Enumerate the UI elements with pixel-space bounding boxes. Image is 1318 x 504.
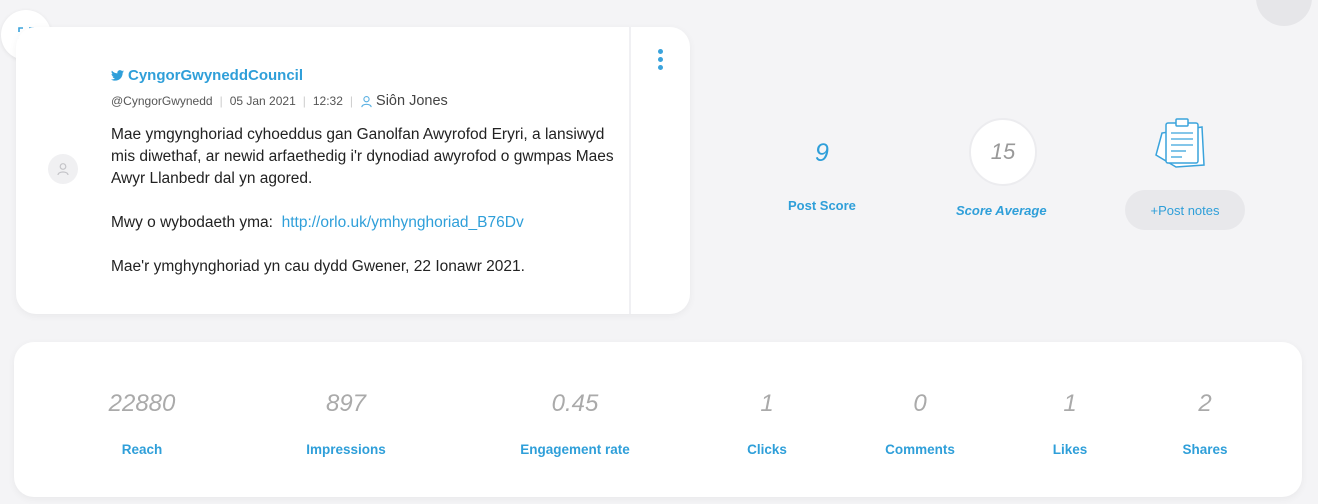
post-paragraph: Mwy o wybodaeth yma: http://orlo.uk/ymhy… xyxy=(111,212,621,234)
post-card: CyngorGwyneddCouncil @CyngorGwynedd | 05… xyxy=(16,27,690,314)
metric-label: Likes xyxy=(1052,442,1088,457)
score-average-value: 15 xyxy=(990,139,1016,164)
meta-separator: | xyxy=(302,94,306,108)
metric-value: 1 xyxy=(760,390,774,417)
metric-value: 2 xyxy=(1198,390,1212,417)
post-meta: @CyngorGwynedd | 05 Jan 2021 | 12:32 | S… xyxy=(111,93,448,109)
post-notes-button[interactable]: +Post notes xyxy=(1125,190,1245,230)
post-score-value: 9 xyxy=(815,139,829,167)
post-link-prefix: Mwy o wybodaeth yma: xyxy=(111,214,273,231)
score-average-label: Score Average xyxy=(956,203,1047,218)
metric-value: 0 xyxy=(913,390,927,417)
post-link[interactable]: http://orlo.uk/ymhynghoriad_B76Dv xyxy=(282,214,524,231)
post-paragraph: Mae ymgynghoriad cyhoeddus gan Ganolfan … xyxy=(111,126,614,187)
meta-separator: | xyxy=(219,94,223,108)
post-card-divider xyxy=(629,27,631,314)
avatar-placeholder-icon xyxy=(57,163,69,176)
post-header: CyngorGwyneddCouncil @CyngorGwynedd | 05… xyxy=(111,67,448,109)
score-average-circle: 15 xyxy=(969,118,1037,186)
account-name: CyngorGwyneddCouncil xyxy=(128,67,304,84)
post-body: Mae ymgynghoriad cyhoeddus gan Ganolfan … xyxy=(111,124,621,278)
more-vertical-icon xyxy=(657,49,663,54)
metric-label: Reach xyxy=(121,442,163,457)
user-icon xyxy=(361,95,372,107)
metric-label: Impressions xyxy=(306,442,386,457)
account-handle: @CyngorGwynedd xyxy=(111,94,213,108)
post-author: Siôn Jones xyxy=(360,93,448,109)
post-time: 12:32 xyxy=(312,94,343,108)
metric-value: 0.45 xyxy=(551,390,599,417)
metric-value: 897 xyxy=(325,390,367,417)
metrics-card: 22880 Reach 897 Impressions 0.45 Engagem… xyxy=(14,342,1302,497)
metric-value: 1 xyxy=(1063,390,1077,417)
corner-decoration xyxy=(1256,0,1312,26)
metric-label: Engagement rate xyxy=(520,442,630,457)
account-name-link[interactable]: CyngorGwyneddCouncil xyxy=(111,67,448,84)
meta-separator: | xyxy=(349,94,354,108)
metric-label: Clicks xyxy=(747,442,787,457)
metric-label: Comments xyxy=(885,442,955,457)
twitter-icon xyxy=(111,70,124,81)
post-date: 05 Jan 2021 xyxy=(229,94,296,108)
notes-icon xyxy=(1155,118,1205,168)
post-menu-button[interactable] xyxy=(654,49,666,77)
avatar xyxy=(48,154,78,184)
author-name: Siôn Jones xyxy=(376,93,448,109)
metric-value: 22880 xyxy=(108,390,176,417)
metric-label: Shares xyxy=(1182,442,1228,457)
post-score-label: Post Score xyxy=(788,198,856,213)
post-paragraph: Mae'r ymghynghoriad yn cau dydd Gwener, … xyxy=(111,258,525,275)
